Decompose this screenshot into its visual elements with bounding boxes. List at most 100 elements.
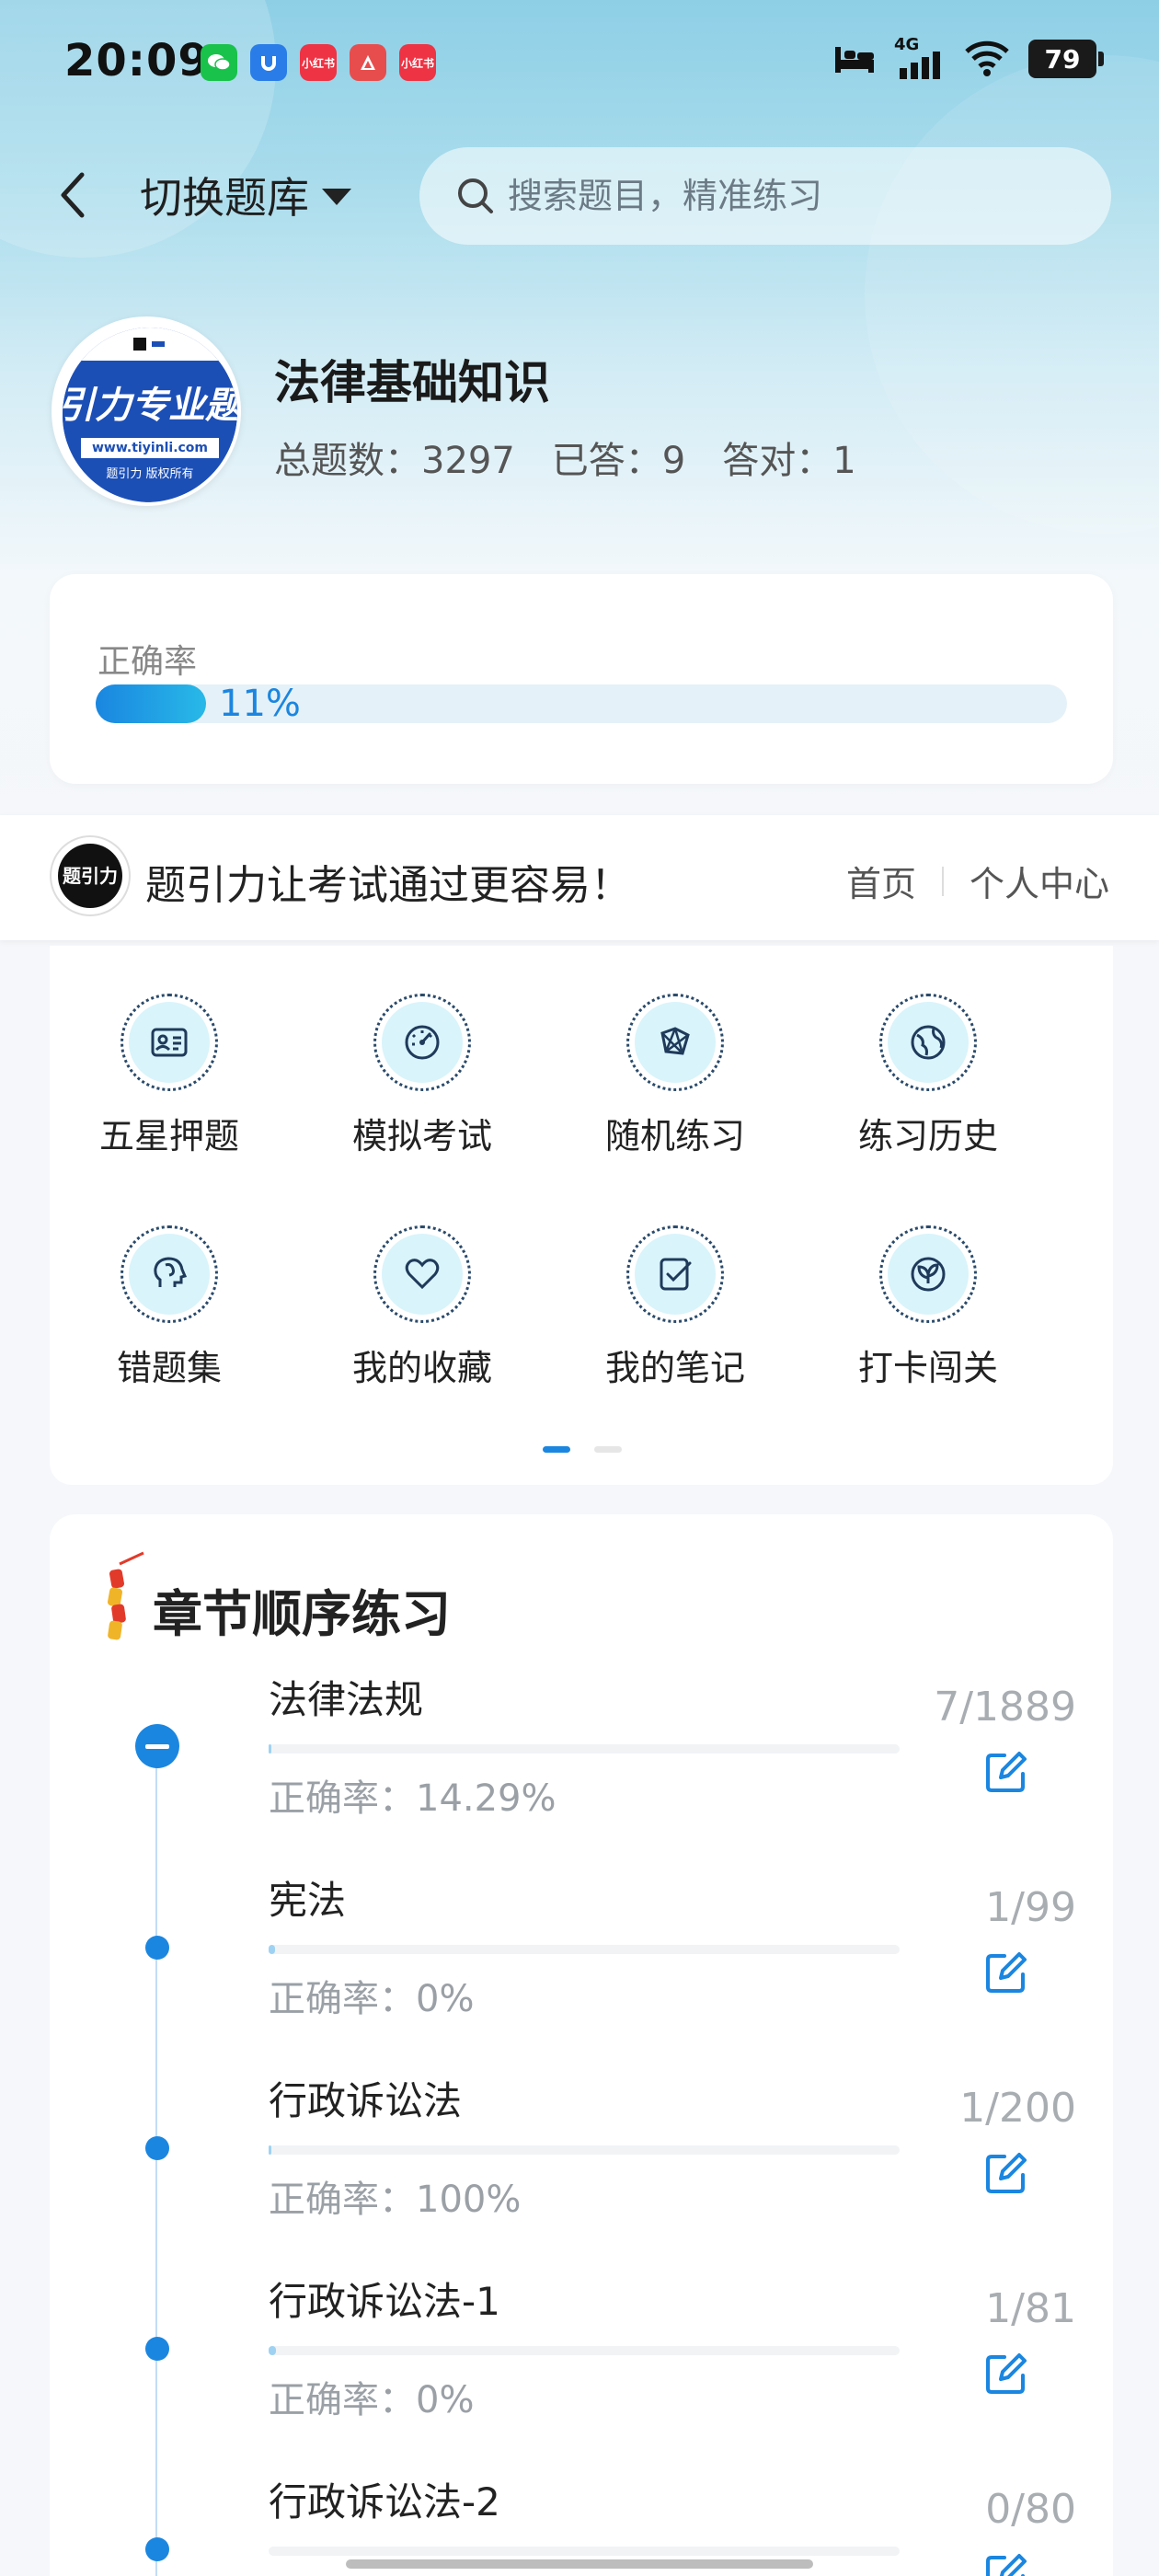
bank-stats: 总题数：3297 已答：9 答对：1 bbox=[274, 431, 856, 484]
brain-icon bbox=[129, 1234, 210, 1315]
pager-dot[interactable] bbox=[594, 1446, 622, 1453]
note-check-icon bbox=[635, 1234, 716, 1315]
chevron-left-icon bbox=[61, 172, 85, 218]
switch-bank-dropdown[interactable]: 切换题库 bbox=[140, 166, 351, 224]
chapter-count: 1/200 bbox=[959, 2085, 1076, 2132]
feature-icon-ring bbox=[879, 994, 977, 1091]
feature-icon-ring bbox=[120, 994, 218, 1091]
clock: 20:09 bbox=[64, 35, 210, 86]
chapter-progress-track bbox=[269, 1945, 900, 1954]
answered-count: 已答：9 bbox=[551, 440, 686, 482]
logo-text: 引力专业题 bbox=[63, 361, 237, 443]
accuracy-progress-fill bbox=[96, 684, 206, 723]
home-indicator[interactable] bbox=[346, 2559, 813, 2569]
edit-icon[interactable] bbox=[982, 2550, 1030, 2576]
bed-icon bbox=[835, 47, 874, 73]
a-app-icon bbox=[350, 44, 386, 81]
feature-leaf-badge[interactable]: 打卡闯关 bbox=[827, 1225, 1029, 1390]
total-count: 总题数：3297 bbox=[274, 440, 515, 482]
edit-icon[interactable] bbox=[982, 1748, 1030, 1796]
correct-count: 答对：1 bbox=[722, 440, 856, 482]
feature-gauge[interactable]: 模拟考试 bbox=[321, 994, 523, 1158]
chapter-name: 行政诉讼法-1 bbox=[269, 2279, 500, 2324]
chapter-accuracy: 正确率：100% bbox=[269, 2179, 522, 2221]
caret-down-icon bbox=[322, 189, 351, 205]
chapter-accuracy: 正确率：0% bbox=[269, 1978, 475, 2020]
feature-label: 错题集 bbox=[116, 1348, 222, 1388]
chapter-item[interactable]: 宪法 正确率：0% 1/99 bbox=[50, 1869, 1113, 2070]
back-button[interactable] bbox=[52, 167, 92, 223]
u-app-icon bbox=[250, 44, 287, 81]
feature-globe[interactable]: 练习历史 bbox=[827, 994, 1029, 1158]
chapter-section-title: 章节顺序练习 bbox=[153, 1585, 451, 1643]
chapter-name: 行政诉讼法 bbox=[269, 2078, 463, 2123]
home-link[interactable]: 首页 bbox=[846, 856, 916, 906]
globe-icon bbox=[888, 1002, 969, 1083]
logo-top-strip bbox=[63, 328, 237, 361]
feature-label: 我的笔记 bbox=[604, 1348, 745, 1388]
link-divider bbox=[941, 866, 944, 896]
xiaohongshu-icon-2: 小红书 bbox=[399, 44, 436, 81]
gauge-icon bbox=[382, 1002, 463, 1083]
chapter-count: 7/1889 bbox=[934, 1684, 1076, 1731]
feature-icon-ring bbox=[879, 1225, 977, 1323]
feature-label: 随机练习 bbox=[604, 1116, 745, 1156]
search-box[interactable] bbox=[419, 147, 1111, 245]
search-icon bbox=[458, 178, 493, 213]
chapter-progress-track bbox=[269, 2145, 900, 2155]
chapter-count: 1/81 bbox=[985, 2285, 1076, 2332]
feature-icon-ring bbox=[373, 994, 471, 1091]
leaf-badge-icon bbox=[888, 1234, 969, 1315]
collapse-node-icon[interactable] bbox=[135, 1724, 179, 1768]
feature-label: 打卡闯关 bbox=[857, 1348, 998, 1388]
edit-icon[interactable] bbox=[982, 2350, 1030, 2398]
chapter-progress-track bbox=[269, 2346, 900, 2355]
feature-label: 我的收藏 bbox=[351, 1348, 492, 1388]
timeline-node bbox=[145, 2537, 169, 2561]
pager-dot-active[interactable] bbox=[543, 1446, 570, 1453]
accuracy-card: 正确率 11% bbox=[50, 574, 1113, 784]
battery-level: 79 bbox=[1044, 43, 1081, 75]
feature-brain[interactable]: 错题集 bbox=[68, 1225, 270, 1390]
site-banner: 题引力 题引力让考试通过更容易！ 首页 个人中心 bbox=[0, 815, 1159, 940]
chapter-progress-fill bbox=[269, 1945, 275, 1954]
chapter-item[interactable]: 法律法规 正确率：14.29% 7/1889 bbox=[50, 1669, 1113, 1869]
chapter-item[interactable]: 行政诉讼法正确率：100% 1/200 bbox=[50, 2070, 1113, 2271]
status-bar: 20:09 小红书 小红书 4G 79 bbox=[0, 0, 1159, 129]
feature-pager[interactable] bbox=[543, 1446, 622, 1453]
switch-bank-label: 切换题库 bbox=[140, 173, 309, 223]
chapter-progress-fill bbox=[269, 2145, 272, 2155]
feature-icon-ring bbox=[373, 1225, 471, 1323]
feature-note-check[interactable]: 我的笔记 bbox=[574, 1225, 776, 1390]
feature-label: 五星押题 bbox=[98, 1116, 239, 1156]
chapter-progress-track bbox=[269, 2547, 900, 2556]
chapter-count: 0/80 bbox=[985, 2486, 1076, 2533]
search-input[interactable] bbox=[508, 176, 1060, 216]
site-logo[interactable]: 题引力 bbox=[50, 835, 131, 916]
profile-link[interactable]: 个人中心 bbox=[970, 856, 1109, 906]
wifi-icon bbox=[965, 40, 1009, 76]
edit-icon[interactable] bbox=[982, 1949, 1030, 1996]
feature-icon-ring bbox=[626, 1225, 724, 1323]
feature-network[interactable]: 随机练习 bbox=[574, 994, 776, 1158]
bank-title: 法律基础知识 bbox=[274, 356, 550, 409]
banner-links: 首页 个人中心 bbox=[846, 856, 1109, 906]
accuracy-label: 正确率 bbox=[98, 643, 198, 681]
feature-icon-ring bbox=[120, 1225, 218, 1323]
logo-copyright: 题引力 版权所有 bbox=[106, 467, 194, 481]
bank-logo: 引力专业题 www.tiyinli.com 题引力 版权所有 bbox=[52, 316, 241, 506]
feature-id-card[interactable]: 五星押题 bbox=[68, 994, 270, 1158]
chapter-name: 宪法 bbox=[269, 1878, 347, 1923]
chapter-name: 行政诉讼法-2 bbox=[269, 2479, 500, 2524]
feature-heart[interactable]: 我的收藏 bbox=[321, 1225, 523, 1390]
site-logo-mark: 题引力 bbox=[58, 844, 122, 908]
battery-icon: 79 bbox=[1028, 40, 1104, 78]
status-indicators: 4G 79 bbox=[833, 35, 1104, 79]
chapter-item[interactable]: 行政诉讼法-1 正确率：0% 1/81 bbox=[50, 2271, 1113, 2471]
chapter-practice-card: 章节顺序练习 法律法规 正确率：14.29% 7/1889 宪法 正确率：0% 1/99 行… bbox=[50, 1514, 1113, 2576]
network-icon bbox=[635, 1002, 716, 1083]
chapter-progress-fill bbox=[269, 2346, 277, 2355]
firecracker-icon bbox=[108, 1551, 144, 1640]
accuracy-value: 11% bbox=[219, 683, 301, 725]
edit-icon[interactable] bbox=[982, 2149, 1030, 2197]
